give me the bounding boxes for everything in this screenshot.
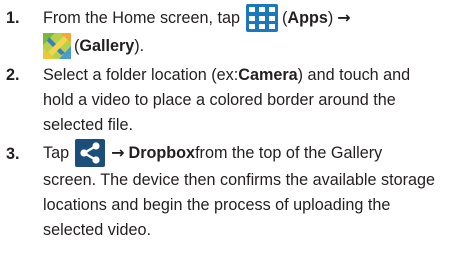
camera-label: Camera	[238, 65, 298, 84]
step-line: Select a folder location (ex: Camera) an…	[43, 62, 410, 88]
arrow-icon: →	[337, 7, 351, 27]
step-text: From the Home screen, tap	[43, 8, 241, 27]
step-text: hold a video to place a colored border a…	[43, 90, 396, 109]
dropbox-label: Dropbox	[128, 143, 196, 162]
arrow-icon: →	[111, 142, 125, 162]
step-number: 2.	[6, 66, 20, 84]
step-text: selected file.	[43, 115, 133, 134]
step-text: from the top of the Gallery	[195, 143, 383, 162]
step-text: locations and begin the process of uploa…	[43, 195, 391, 214]
step-line: screen. The device then confirms the ava…	[43, 167, 435, 193]
step-text: Tap	[43, 143, 70, 162]
step-text: screen. The device then confirms the ava…	[43, 170, 436, 189]
instruction-steps: 1. From the Home screen, tap (Apps) → (…	[0, 0, 472, 268]
step-line: From the Home screen, tap (Apps) →	[43, 4, 351, 32]
step-number: 1.	[6, 9, 20, 27]
apps-label: Apps	[287, 8, 328, 27]
step-line: Tap → Dropbox from the top of the Galler…	[43, 139, 383, 167]
step-text: ) and touch and	[297, 65, 411, 84]
step-text: Select a folder location (ex:	[43, 65, 239, 84]
apps-grid-icon	[246, 4, 279, 32]
step-text: selected video.	[43, 220, 151, 239]
step-number: 3.	[6, 145, 20, 163]
step-line: selected file.	[43, 112, 133, 138]
gallery-icon	[43, 33, 71, 59]
step-line: (Gallery).	[43, 33, 144, 59]
step-line: selected video.	[43, 217, 151, 243]
step-line: locations and begin the process of uploa…	[43, 192, 390, 218]
step-line: hold a video to place a colored border a…	[43, 87, 396, 113]
gallery-label: Gallery	[79, 36, 135, 55]
share-icon	[75, 139, 106, 167]
